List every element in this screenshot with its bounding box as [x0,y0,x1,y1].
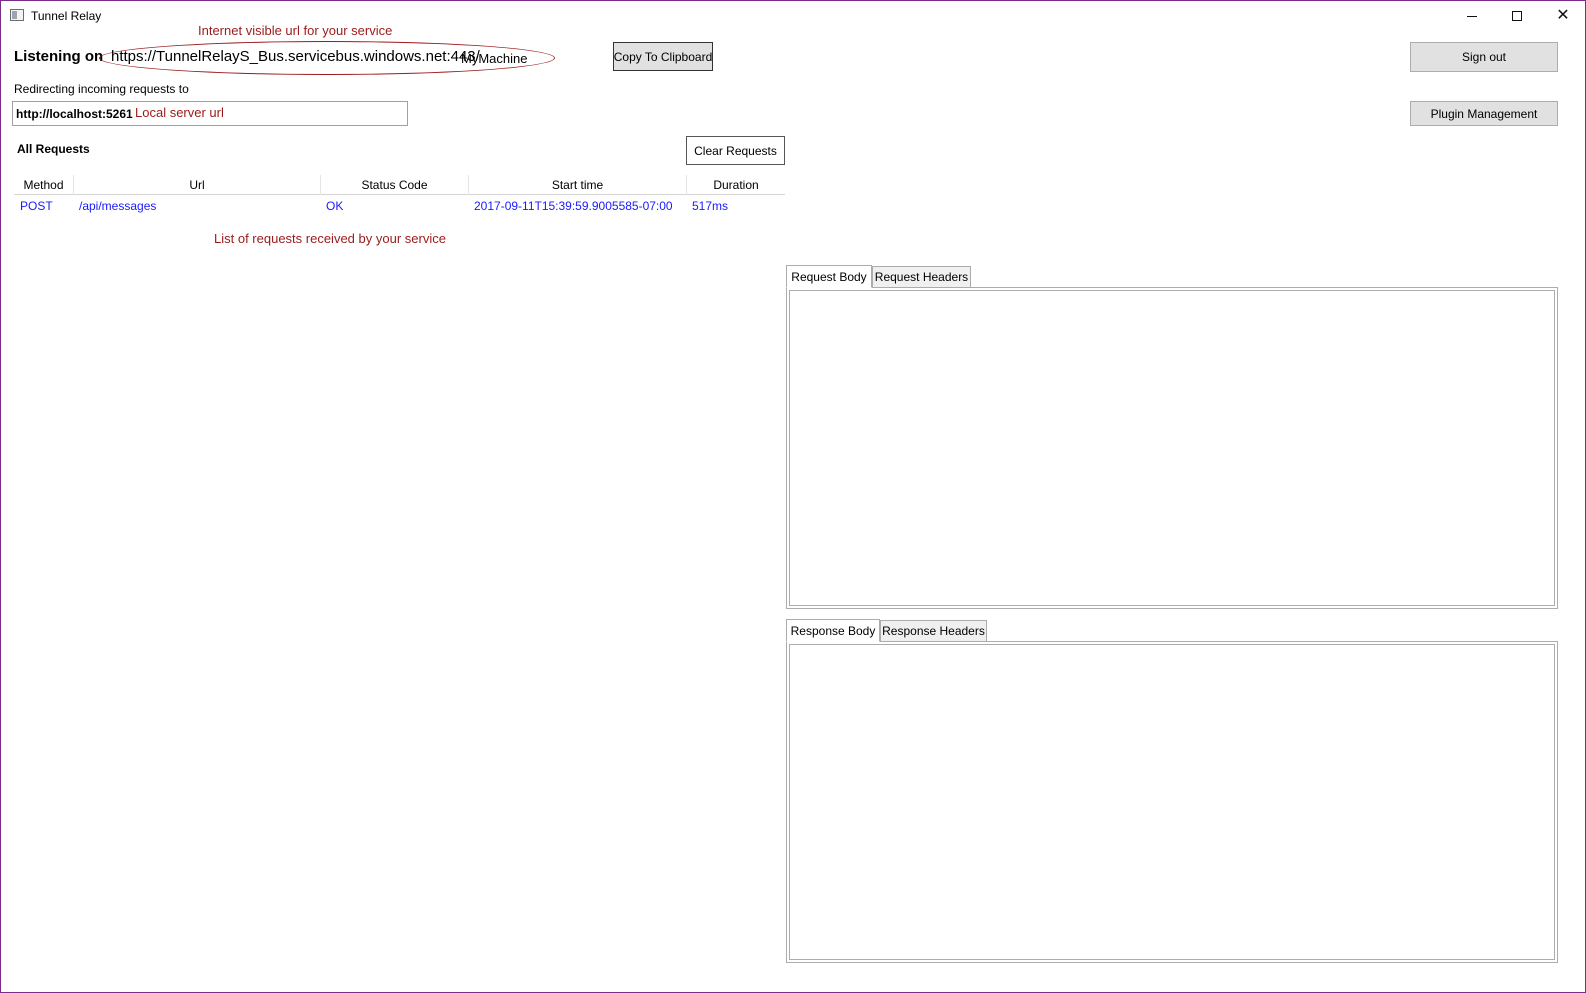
request-body-panel [786,287,1558,609]
listening-url: https://TunnelRelayS_Bus.servicebus.wind… [111,48,480,65]
column-header-method[interactable]: Method [14,175,74,195]
requests-grid: Method Url Status Code Start time Durati… [14,175,785,217]
tab-request-body[interactable]: Request Body [786,265,872,288]
requests-grid-header: Method Url Status Code Start time Durati… [14,175,785,195]
local-url-annotation: Local server url [135,105,224,120]
tab-response-body[interactable]: Response Body [786,619,880,642]
minimize-icon [1467,15,1477,17]
local-server-url-value: http://localhost:5261 [16,107,133,121]
response-tab-strip: Response Body Response Headers [786,619,1557,642]
row-status: OK [326,199,344,213]
requests-list-annotation: List of requests received by your servic… [214,231,446,246]
column-header-duration[interactable]: Duration [687,175,785,195]
app-icon [10,9,24,21]
tab-response-headers[interactable]: Response Headers [880,620,987,642]
local-server-url-input[interactable]: http://localhost:5261 Local server url [12,101,408,126]
window-title: Tunnel Relay [31,9,102,23]
tab-request-headers[interactable]: Request Headers [872,266,971,288]
maximize-icon [1512,11,1522,21]
plugin-management-button[interactable]: Plugin Management [1410,101,1558,126]
all-requests-title: All Requests [17,142,90,156]
row-duration: 517ms [692,199,729,213]
column-header-start-time[interactable]: Start time [469,175,687,195]
copy-to-clipboard-button[interactable]: Copy To Clipboard [613,42,713,71]
column-header-url[interactable]: Url [74,175,321,195]
sign-out-button[interactable]: Sign out [1410,42,1558,72]
app-window: Tunnel Relay ✕ Internet visible url for … [0,0,1586,993]
minimize-button[interactable] [1449,1,1495,31]
internet-url-annotation: Internet visible url for your service [198,23,393,38]
row-method: POST [20,199,53,213]
table-row[interactable]: POST /api/messages OK 2017-09-11T15:39:5… [14,195,785,217]
clear-requests-button[interactable]: Clear Requests [686,136,785,165]
row-start-time: 2017-09-11T15:39:59.9005585-07:00 [474,199,673,213]
response-body-panel [786,641,1558,963]
request-body-textbox[interactable] [789,290,1555,606]
response-body-textbox[interactable] [789,644,1555,960]
row-url: /api/messages [79,199,157,213]
request-tab-strip: Request Body Request Headers [786,265,1557,288]
redirect-label: Redirecting incoming requests to [14,82,189,96]
column-header-status-code[interactable]: Status Code [321,175,469,195]
listening-url-suffix: MyMachine [461,51,528,66]
maximize-button[interactable] [1494,1,1540,31]
close-button[interactable]: ✕ [1540,1,1586,31]
close-icon: ✕ [1556,7,1570,24]
listening-label: Listening on [14,48,104,65]
